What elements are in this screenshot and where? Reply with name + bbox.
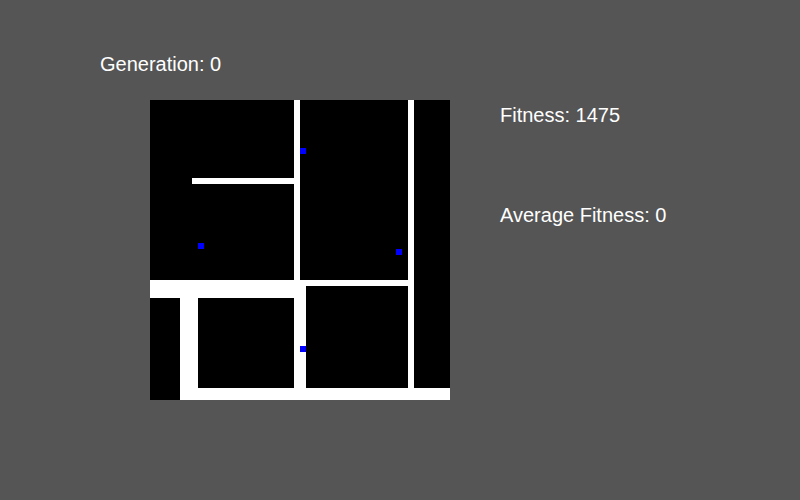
main-area: Fitness: 1475 Average Fitness: 0 <box>150 100 800 400</box>
maze-wall <box>300 280 410 286</box>
stat-label: Average Fitness: 0 <box>500 203 666 227</box>
agent-dot <box>300 148 306 154</box>
maze-wall <box>192 178 294 184</box>
maze-canvas <box>150 100 450 400</box>
agent-dot <box>396 249 402 255</box>
agent-dot <box>198 243 204 249</box>
agent-dot <box>300 346 306 352</box>
maze-wall <box>294 100 300 280</box>
generation-label: Generation: 0 <box>100 52 800 76</box>
simulation-screen: Generation: 0 Fitness: 1475 Average Fitnes… <box>0 0 800 500</box>
maze-wall <box>150 280 300 298</box>
maze-wall <box>180 388 450 400</box>
maze-wall <box>408 100 414 390</box>
maze-wall <box>294 286 306 400</box>
maze-wall <box>180 280 198 400</box>
stat-label: Fitness: 1475 <box>500 103 666 127</box>
stats-panel: Fitness: 1475 Average Fitness: 0 <box>500 103 666 400</box>
